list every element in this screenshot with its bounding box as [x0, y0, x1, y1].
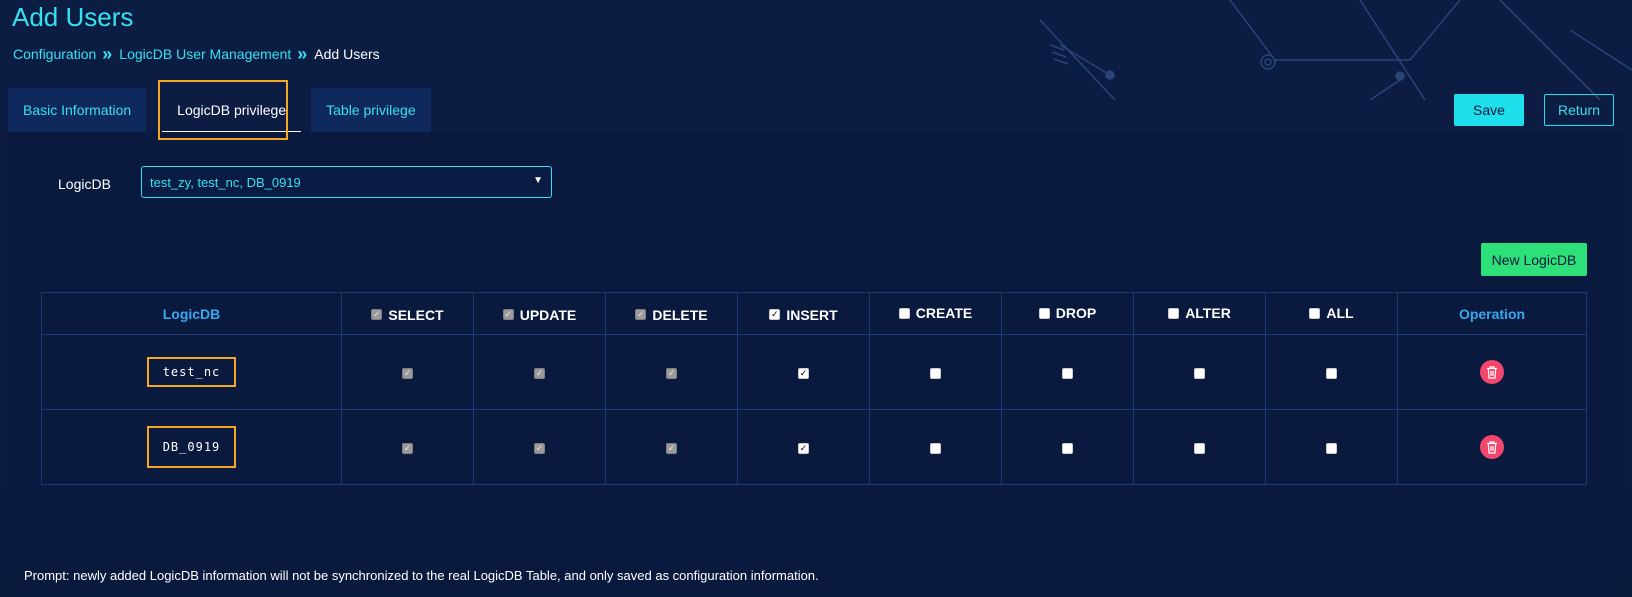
operation-cell [1397, 334, 1587, 410]
trash-icon[interactable] [1480, 360, 1504, 384]
all-checkbox[interactable] [1326, 442, 1337, 454]
column-header-label: DELETE [652, 306, 708, 323]
page-title: Add Users [12, 2, 134, 32]
drop-checkbox[interactable] [1062, 367, 1073, 379]
drop-all-checkbox[interactable] [1038, 307, 1050, 319]
breadcrumb: Configuration » LogicDB User Management … [13, 44, 380, 64]
column-header-update: ✓ UPDATE [473, 292, 606, 335]
tab-basic-information[interactable]: Basic Information [8, 88, 147, 132]
alter-cell [1133, 409, 1266, 485]
column-header-label: ALTER [1185, 305, 1231, 322]
breadcrumb-logicdb-user-management[interactable]: LogicDB User Management [119, 46, 291, 62]
insert-all-checkbox[interactable]: ✓ [769, 309, 781, 321]
insert-cell: ✓ [737, 334, 870, 410]
new-logicdb-button[interactable]: New LogicDB [1481, 243, 1587, 276]
create-cell [869, 409, 1002, 485]
create-checkbox[interactable] [930, 367, 941, 379]
breadcrumb-separator: » [102, 44, 113, 64]
logicdb-name: test_nc [146, 357, 237, 387]
column-header-drop: DROP [1001, 292, 1134, 335]
insert-cell: ✓ [737, 409, 870, 485]
create-all-checkbox[interactable] [898, 307, 910, 319]
column-header-select: ✓ SELECT [341, 292, 474, 335]
column-header-label: CREATE [915, 305, 973, 322]
update-cell: ✓ [473, 409, 606, 485]
column-header-logicdb: LogicDB [41, 292, 342, 335]
insert-checkbox[interactable]: ✓ [798, 367, 809, 379]
drop-cell [1001, 409, 1134, 485]
column-header-label: LogicDB [162, 305, 221, 322]
update-checkbox[interactable]: ✓ [534, 367, 545, 379]
update-all-checkbox[interactable]: ✓ [502, 309, 514, 321]
alter-cell [1133, 334, 1266, 410]
caret-down-icon[interactable]: ▼ [533, 175, 543, 186]
alter-checkbox[interactable] [1194, 442, 1205, 454]
page: Add Users Configuration » LogicDB User M… [0, 0, 1632, 597]
delete-checkbox[interactable]: ✓ [666, 442, 677, 454]
column-header-label: DROP [1055, 305, 1097, 322]
column-header-all: ALL [1265, 292, 1398, 335]
all-cell [1265, 334, 1398, 410]
trash-icon[interactable] [1480, 435, 1504, 459]
delete-cell: ✓ [605, 334, 738, 410]
delete-checkbox[interactable]: ✓ [666, 367, 677, 379]
delete-cell: ✓ [605, 409, 738, 485]
logicdb-select-value: test_zy, test_nc, DB_0919 [150, 174, 301, 190]
prompt-note: Prompt: newly added LogicDB information … [24, 568, 819, 583]
column-header-create: CREATE [869, 292, 1002, 335]
create-checkbox[interactable] [930, 442, 941, 454]
update-cell: ✓ [473, 334, 606, 410]
save-button[interactable]: Save [1454, 94, 1524, 126]
all-all-checkbox[interactable] [1309, 307, 1321, 319]
update-checkbox[interactable]: ✓ [534, 442, 545, 454]
column-header-insert: ✓ INSERT [737, 292, 870, 335]
breadcrumb-add-users: Add Users [314, 46, 380, 62]
select-all-checkbox[interactable]: ✓ [371, 309, 383, 321]
tab-table-privilege[interactable]: Table privilege [311, 88, 431, 132]
logicdb-privilege-table: LogicDB ✓ SELECT ✓ UPDATE ✓ DELETE ✓ INSERT … [41, 292, 1587, 485]
select-checkbox[interactable]: ✓ [402, 442, 413, 454]
column-header-label: INSERT [786, 306, 838, 323]
table-row: DB_0919 ✓ ✓ ✓ ✓ [41, 409, 1587, 485]
logicdb-select[interactable]: test_zy, test_nc, DB_0919 ▼ [141, 166, 552, 198]
select-cell: ✓ [341, 409, 474, 485]
insert-checkbox[interactable]: ✓ [798, 442, 809, 454]
select-cell: ✓ [341, 334, 474, 410]
logicdb-cell: DB_0919 [41, 409, 342, 485]
delete-all-checkbox[interactable]: ✓ [635, 309, 647, 321]
all-cell [1265, 409, 1398, 485]
logicdb-label: LogicDB [58, 176, 111, 192]
column-header-delete: ✓ DELETE [605, 292, 738, 335]
create-cell [869, 334, 1002, 410]
column-header-label: ALL [1326, 305, 1354, 322]
logicdb-name: DB_0919 [146, 426, 237, 468]
column-header-label: Operation [1458, 305, 1526, 322]
drop-cell [1001, 334, 1134, 410]
column-header-alter: ALTER [1133, 292, 1266, 335]
table-row: test_nc ✓ ✓ ✓ ✓ [41, 334, 1587, 410]
operation-cell [1397, 409, 1587, 485]
alter-checkbox[interactable] [1194, 367, 1205, 379]
column-header-label: UPDATE [519, 306, 577, 323]
circuit-background-decoration [1040, 0, 1632, 100]
logicdb-cell: test_nc [41, 334, 342, 410]
alter-all-checkbox[interactable] [1168, 307, 1180, 319]
all-checkbox[interactable] [1326, 367, 1337, 379]
drop-checkbox[interactable] [1062, 442, 1073, 454]
active-tab-highlight [158, 80, 288, 140]
column-header-operation: Operation [1397, 292, 1587, 335]
table-header-row: LogicDB ✓ SELECT ✓ UPDATE ✓ DELETE ✓ INSERT … [41, 292, 1587, 335]
breadcrumb-configuration[interactable]: Configuration [13, 46, 96, 62]
select-checkbox[interactable]: ✓ [402, 367, 413, 379]
column-header-label: SELECT [388, 306, 444, 323]
return-button[interactable]: Return [1544, 94, 1614, 126]
breadcrumb-separator: » [297, 44, 308, 64]
